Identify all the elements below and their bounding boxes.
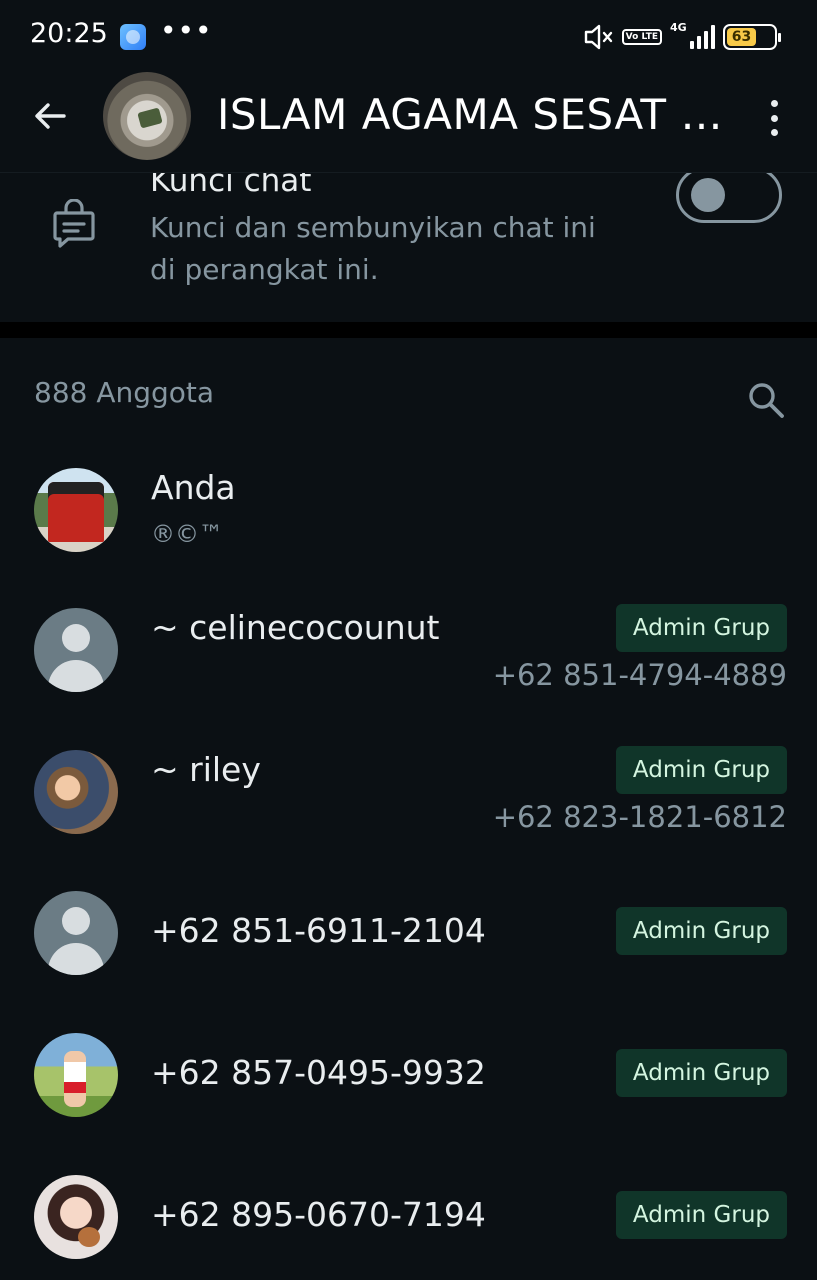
member-name: +62 857-0495-9932: [151, 1053, 486, 1092]
member-name: ~ celinecocounut: [151, 608, 440, 647]
network-type: 4G: [670, 21, 687, 34]
avatar[interactable]: [34, 468, 118, 552]
admin-badge: Admin Grup: [615, 746, 787, 794]
group-avatar[interactable]: [103, 72, 191, 160]
avatar[interactable]: [34, 891, 118, 975]
battery-level: 63: [727, 28, 756, 46]
lock-chat-title: Kunci chat: [150, 172, 312, 199]
app-notification-icon: [120, 24, 146, 50]
avatar[interactable]: [34, 750, 118, 834]
mute-icon: [584, 24, 612, 50]
avatar[interactable]: [34, 1033, 118, 1117]
member-row-self[interactable]: Anda ®©™: [0, 468, 817, 588]
search-icon[interactable]: [746, 380, 786, 420]
chat-header: ISLAM AGAMA SESAT DI INDONESIA: [0, 72, 817, 172]
admin-badge: Admin Grup: [615, 604, 787, 652]
member-row[interactable]: +62 851-6911-2104 Admin Grup: [0, 891, 817, 1011]
member-phone: +62 851-4794-4889: [492, 658, 787, 692]
lock-chat-setting[interactable]: Kunci chat Kunci dan sembunyikan chat in…: [0, 172, 817, 322]
members-section: 888 Anggota Anda ®©™ ~ celinecocounut Ad…: [0, 338, 817, 1280]
section-divider: [0, 322, 817, 338]
members-count: 888 Anggota: [34, 376, 215, 409]
member-phone: +62 823-1821-6812: [492, 800, 787, 834]
more-notifications-icon: •••: [160, 14, 213, 47]
chat-lock-icon: [53, 199, 95, 248]
more-vertical-icon[interactable]: [759, 96, 789, 140]
avatar[interactable]: [34, 608, 118, 692]
signal-icon: 4G: [670, 21, 715, 49]
volte-icon: Vo LTE: [621, 29, 662, 45]
admin-badge: Admin Grup: [615, 1191, 787, 1239]
status-time: 20:25: [30, 18, 108, 49]
lock-chat-description: Kunci dan sembunyikan chat ini di perang…: [150, 211, 596, 286]
status-indicators: Vo LTE 4G 63: [584, 21, 781, 52]
member-name: Anda: [151, 468, 236, 507]
member-row[interactable]: ~ celinecocounut Admin Grup +62 851-4794…: [0, 604, 817, 728]
member-row[interactable]: ~ riley Admin Grup +62 823-1821-6812: [0, 746, 817, 870]
battery-icon: 63: [723, 24, 781, 50]
arrow-left-icon[interactable]: [30, 96, 70, 136]
toggle-knob: [691, 178, 725, 212]
status-bar: 20:25 ••• Vo LTE 4G 63: [0, 0, 817, 72]
admin-badge: Admin Grup: [615, 907, 787, 955]
member-name: ~ riley: [151, 750, 261, 789]
member-row[interactable]: +62 857-0495-9932 Admin Grup: [0, 1033, 817, 1153]
member-name: +62 895-0670-7194: [151, 1195, 486, 1234]
lock-chat-toggle[interactable]: [676, 173, 782, 223]
member-status: ®©™: [151, 520, 223, 548]
member-row[interactable]: +62 895-0670-7194 Admin Grup: [0, 1175, 817, 1280]
admin-badge: Admin Grup: [615, 1049, 787, 1097]
member-name: +62 851-6911-2104: [151, 911, 486, 950]
avatar[interactable]: [34, 1175, 118, 1259]
group-title[interactable]: ISLAM AGAMA SESAT DI INDONESIA: [217, 90, 737, 139]
